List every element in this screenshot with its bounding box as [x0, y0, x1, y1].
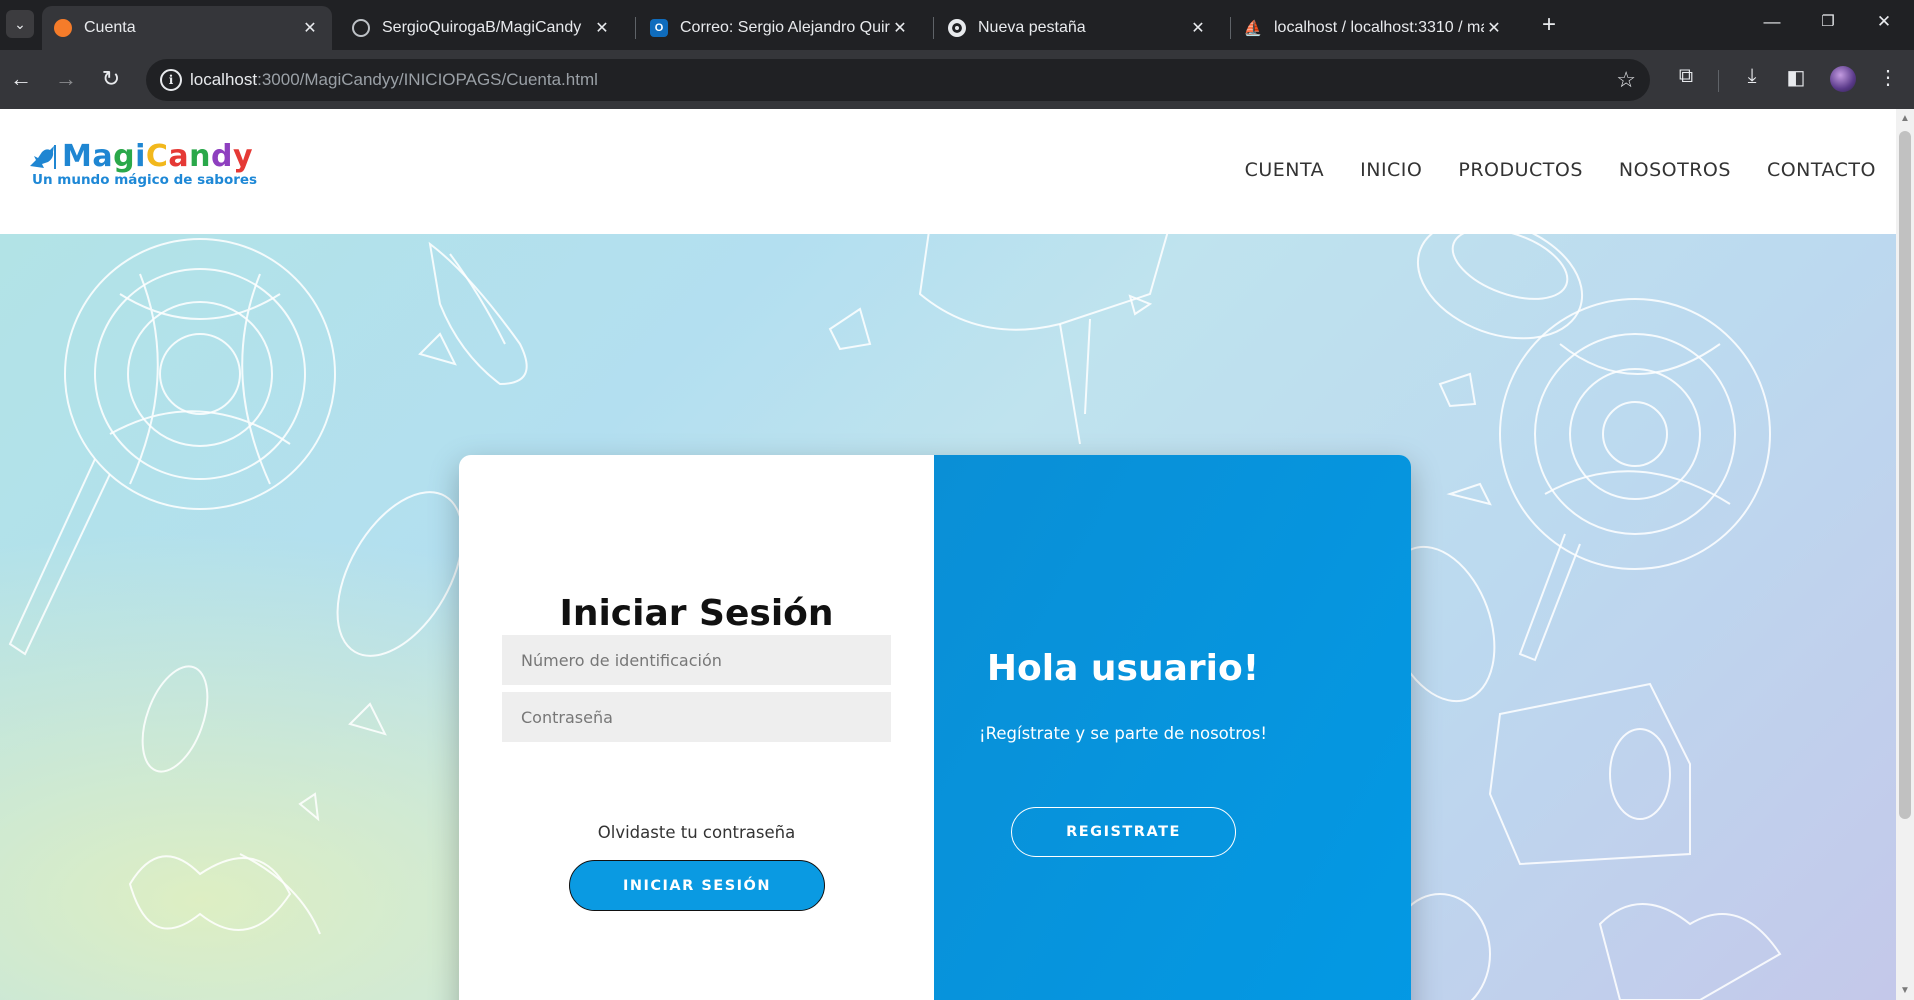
logo-wordmark: MagiCandy [28, 139, 257, 174]
url-path: :3000/MagiCandyy/INICIOPAGS/Cuenta.html [257, 70, 598, 89]
restore-icon[interactable]: ❐ [1813, 12, 1843, 30]
close-icon[interactable]: ✕ [1484, 18, 1504, 38]
auth-card: Iniciar Sesión Olvidaste tu contraseña I… [459, 455, 1411, 1000]
lollipop-doodle-right [1499, 298, 1771, 570]
tab-divider [635, 17, 636, 39]
logo-tagline: Un mundo mágico de sabores [32, 172, 258, 188]
wrapped-candy-doodle [1488, 682, 1691, 866]
tab-title: Nueva pestaña [978, 19, 1086, 36]
id-number-input[interactable] [502, 635, 891, 685]
nav-link-contacto[interactable]: CONTACTO [1767, 159, 1876, 181]
minimize-icon[interactable]: — [1757, 12, 1787, 32]
forward-arrow-icon[interactable]: → [51, 64, 81, 94]
nav-link-productos[interactable]: PRODUCTOS [1458, 159, 1583, 181]
login-panel: Iniciar Sesión Olvidaste tu contraseña I… [459, 455, 934, 1000]
reload-icon[interactable]: ↻ [96, 64, 126, 94]
page-scrollbar[interactable]: ▲ ▼ [1896, 109, 1914, 1000]
tab-title: SergioQuirogaB/MagiCandy [382, 19, 582, 36]
close-icon[interactable]: ✕ [592, 18, 612, 38]
phpmyadmin-icon: ⛵ [1243, 20, 1263, 37]
hero-background: Iniciar Sesión Olvidaste tu contraseña I… [0, 234, 1896, 1000]
tab-new-tab[interactable]: Nueva pestaña ✕ [936, 6, 1220, 50]
url-host: localhost [190, 70, 258, 89]
login-button[interactable]: INICIAR SESIÓN [569, 860, 825, 911]
nav-link-inicio[interactable]: INICIO [1360, 159, 1422, 181]
toolbar-divider [1718, 70, 1719, 92]
tab-title: Cuenta [84, 19, 136, 36]
close-icon[interactable]: ✕ [1188, 18, 1208, 38]
extensions-puzzle-icon[interactable]: ⧉ [1672, 65, 1700, 88]
github-icon [352, 19, 370, 37]
chrome-icon [948, 19, 966, 37]
window-close-icon[interactable]: ✕ [1869, 12, 1899, 32]
tab-cuenta[interactable]: Cuenta ✕ [42, 6, 332, 50]
page-viewport: MagiCandy Un mundo mágico de sabores CUE… [0, 109, 1896, 1000]
tab-divider [933, 17, 934, 39]
lollipop-doodle [64, 238, 336, 510]
back-arrow-icon[interactable]: ← [6, 64, 36, 94]
close-icon[interactable]: ✕ [890, 18, 910, 38]
password-input[interactable] [502, 692, 891, 742]
site-header: MagiCandy Un mundo mágico de sabores CUE… [0, 109, 1896, 234]
profile-avatar[interactable] [1830, 66, 1856, 92]
tab-outlook[interactable]: O Correo: Sergio Alejandro Quiroga ✕ [638, 6, 922, 50]
register-subtitle: ¡Regístrate y se parte de nosotros! [979, 724, 1267, 743]
magicandy-logo[interactable]: MagiCandy Un mundo mágico de sabores [28, 139, 257, 188]
tab-divider [1230, 17, 1231, 39]
scroll-down-arrow-icon[interactable]: ▼ [1900, 985, 1910, 996]
new-tab-plus-icon[interactable]: + [1536, 12, 1562, 38]
scrollbar-thumb[interactable] [1899, 131, 1911, 819]
address-bar[interactable]: i localhost:3000/MagiCandyy/INICIOPAGS/C… [146, 59, 1650, 101]
forgot-password-link[interactable]: Olvidaste tu contraseña [459, 823, 934, 842]
tab-github[interactable]: SergioQuirogaB/MagiCandy ✕ [340, 6, 624, 50]
tab-search-chevron-icon[interactable]: ⌄ [6, 10, 34, 38]
download-icon[interactable]: ⤓ [1738, 65, 1766, 88]
main-navigation: CUENTA INICIO PRODUCTOS NOSOTROS CONTACT… [1245, 159, 1876, 181]
tab-phpmyadmin[interactable]: ⛵ localhost / localhost:3310 / magicandy… [1232, 6, 1516, 50]
bookmark-star-icon[interactable]: ☆ [1616, 67, 1636, 93]
register-greeting: Hola usuario! [986, 648, 1260, 689]
scroll-up-arrow-icon[interactable]: ▲ [1900, 113, 1910, 124]
tab-title: localhost / localhost:3310 / magicandy [1274, 19, 1484, 36]
candy-icon [30, 144, 56, 169]
close-icon[interactable]: ✕ [300, 18, 320, 38]
site-info-icon[interactable]: i [160, 69, 182, 91]
tab-title: Correo: Sergio Alejandro Quiroga [680, 19, 890, 36]
nav-link-cuenta[interactable]: CUENTA [1245, 159, 1325, 181]
login-title: Iniciar Sesión [559, 593, 834, 634]
url-text[interactable]: localhost:3000/MagiCandyy/INICIOPAGS/Cue… [190, 70, 598, 90]
magicandy-favicon-icon [54, 19, 72, 37]
register-button[interactable]: REGISTRATE [1011, 807, 1236, 857]
nav-link-nosotros[interactable]: NOSOTROS [1619, 159, 1731, 181]
register-panel: Hola usuario! ¡Regístrate y se parte de … [934, 455, 1411, 1000]
outlook-icon: O [650, 19, 668, 37]
side-panel-icon[interactable]: ◧ [1782, 65, 1810, 90]
browser-tab-strip: ⌄ Cuenta ✕ SergioQuirogaB/MagiCandy ✕ O … [0, 0, 1914, 50]
browser-toolbar: ← → ↻ i localhost:3000/MagiCandyy/INICIO… [0, 50, 1914, 109]
menu-kebab-icon[interactable]: ⋮ [1874, 65, 1902, 90]
